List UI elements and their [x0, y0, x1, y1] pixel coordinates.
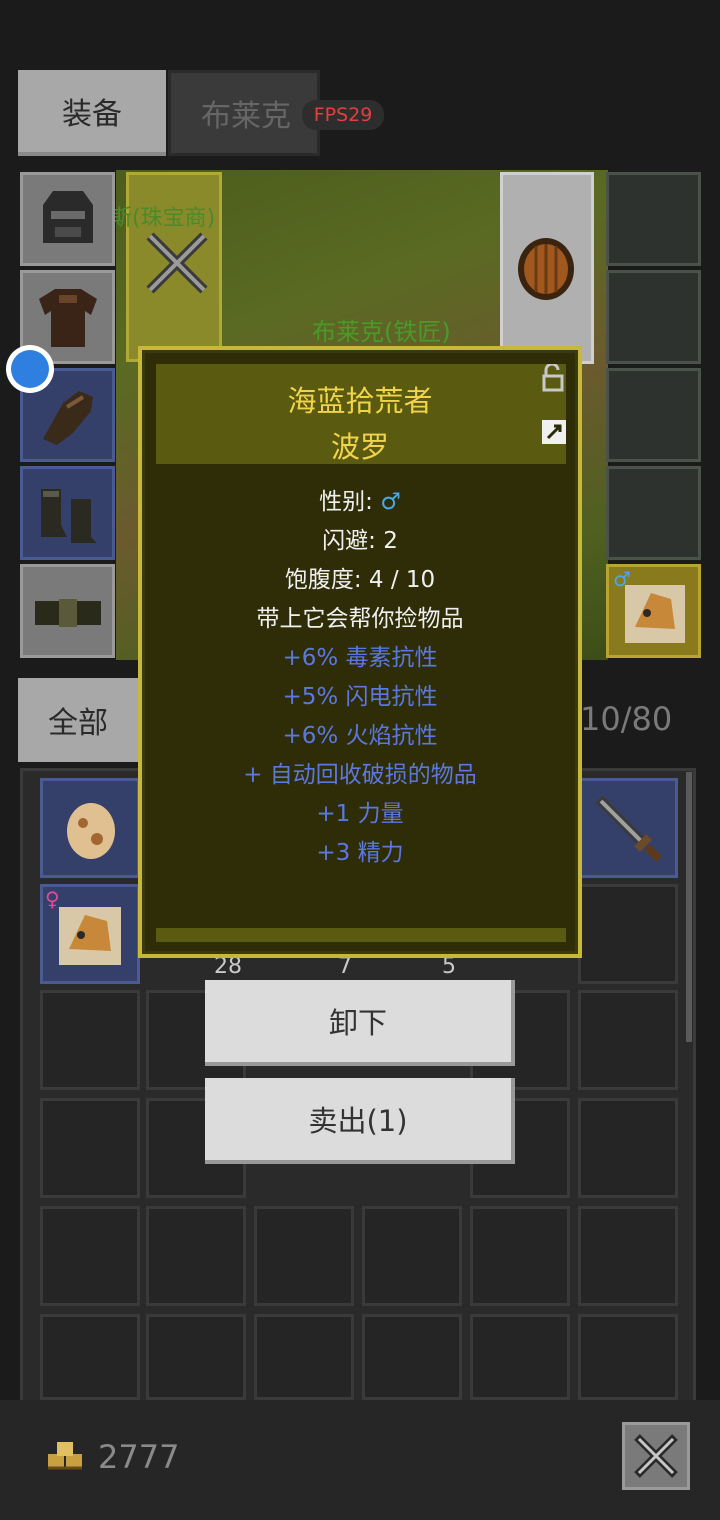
- filter-tab-all[interactable]: 全部: [18, 678, 138, 762]
- ring-slot-2[interactable]: [606, 368, 701, 462]
- inventory-slot[interactable]: [578, 1206, 678, 1306]
- pet-slot[interactable]: ♂: [606, 564, 701, 658]
- wooden-shield-icon: [516, 236, 576, 302]
- gold-amount: 2777: [98, 1438, 180, 1476]
- footer-bar: 2777: [0, 1400, 720, 1520]
- satiety-stat: 饱腹度: 4 / 10: [284, 567, 436, 593]
- inventory-slot[interactable]: [362, 1206, 462, 1306]
- unequip-button[interactable]: 卸下: [205, 980, 515, 1066]
- inventory-slot-pet[interactable]: ♀: [40, 884, 140, 984]
- close-icon: [634, 1434, 678, 1478]
- fps-counter: FPS29: [302, 100, 384, 130]
- boots-icon: [41, 489, 97, 543]
- belt-icon: [35, 599, 101, 627]
- pet-slot-empty[interactable]: [606, 466, 701, 560]
- item-description: 带上它会帮你捡物品: [256, 606, 464, 632]
- bonus-strength: +1 力量: [316, 801, 404, 827]
- close-button[interactable]: [622, 1422, 690, 1490]
- inventory-slot[interactable]: [40, 990, 140, 1090]
- rename-edit-icon[interactable]: [542, 420, 566, 444]
- inventory-slot[interactable]: [254, 1314, 354, 1400]
- helmet-slot[interactable]: [20, 172, 115, 266]
- tab-equipment[interactable]: 装备: [18, 70, 166, 156]
- inventory-slot-egg[interactable]: [40, 778, 140, 878]
- inventory-slot[interactable]: [40, 1314, 140, 1400]
- inventory-slot[interactable]: [578, 1098, 678, 1198]
- inventory-slot[interactable]: [578, 990, 678, 1090]
- sell-button[interactable]: 卖出(1): [205, 1078, 515, 1164]
- bonus-energy: +3 精力: [316, 840, 404, 866]
- item-title: 海蓝拾荒者: [287, 384, 433, 418]
- inventory-slot[interactable]: [40, 1098, 140, 1198]
- ring-slot-1[interactable]: [606, 270, 701, 364]
- assistant-bubble-button[interactable]: [6, 345, 54, 393]
- gender-line: 性别: ♂: [142, 482, 578, 516]
- popup-footer: [156, 928, 566, 942]
- inventory-scrollbar[interactable]: [686, 772, 692, 1042]
- bonus-fire-resistance: +6% 火焰抗性: [282, 723, 438, 749]
- bonus-auto-recycle: + 自动回收破损的物品: [243, 762, 477, 788]
- inventory-slot[interactable]: [470, 1206, 570, 1306]
- item-detail-popup: 海蓝拾荒者 波罗 性别: ♂ 闪避: 2 饱腹度: 4 / 10 带上它会帮你捡…: [138, 346, 582, 958]
- evasion-stat: 闪避: 2: [322, 528, 398, 554]
- inventory-slot[interactable]: [578, 1314, 678, 1400]
- gloves-icon: [43, 391, 93, 445]
- lock-icon[interactable]: [538, 362, 566, 392]
- inventory-count: 10/80: [580, 700, 673, 738]
- bonus-lightning-resistance: +5% 闪电抗性: [282, 684, 438, 710]
- item-name: 波罗: [330, 430, 389, 464]
- accessory-slot-1[interactable]: [606, 172, 701, 266]
- assistant-face-icon: [11, 350, 49, 388]
- armor-icon: [39, 289, 97, 347]
- belt-slot[interactable]: [20, 564, 115, 658]
- gold-coins-icon: [48, 1442, 82, 1470]
- inventory-slot[interactable]: [578, 884, 678, 984]
- bonus-poison-resistance: +6% 毒素抗性: [282, 645, 438, 671]
- crossed-swords-icon: [142, 228, 212, 298]
- inventory-slot[interactable]: [40, 1206, 140, 1306]
- inventory-slot[interactable]: [362, 1314, 462, 1400]
- pet-fox-icon: [625, 585, 685, 643]
- inventory-slot[interactable]: [146, 1314, 246, 1400]
- smith-label: 布莱克(铁匠): [312, 318, 451, 346]
- helmet-icon: [43, 191, 93, 243]
- egg-icon: [67, 803, 115, 859]
- inventory-slot[interactable]: [254, 1206, 354, 1306]
- merchant-label: 斯(珠宝商): [110, 206, 216, 231]
- gender-label: 性别:: [319, 489, 381, 515]
- sword-icon: [595, 795, 662, 862]
- tab-npc[interactable]: 布莱克: [168, 70, 320, 156]
- boots-slot[interactable]: [20, 466, 115, 560]
- pet-fox-icon: [59, 907, 121, 965]
- male-symbol: ♂: [380, 489, 401, 515]
- inventory-slot-sword[interactable]: [578, 778, 678, 878]
- inventory-slot[interactable]: [470, 1314, 570, 1400]
- inventory-slot[interactable]: [146, 1206, 246, 1306]
